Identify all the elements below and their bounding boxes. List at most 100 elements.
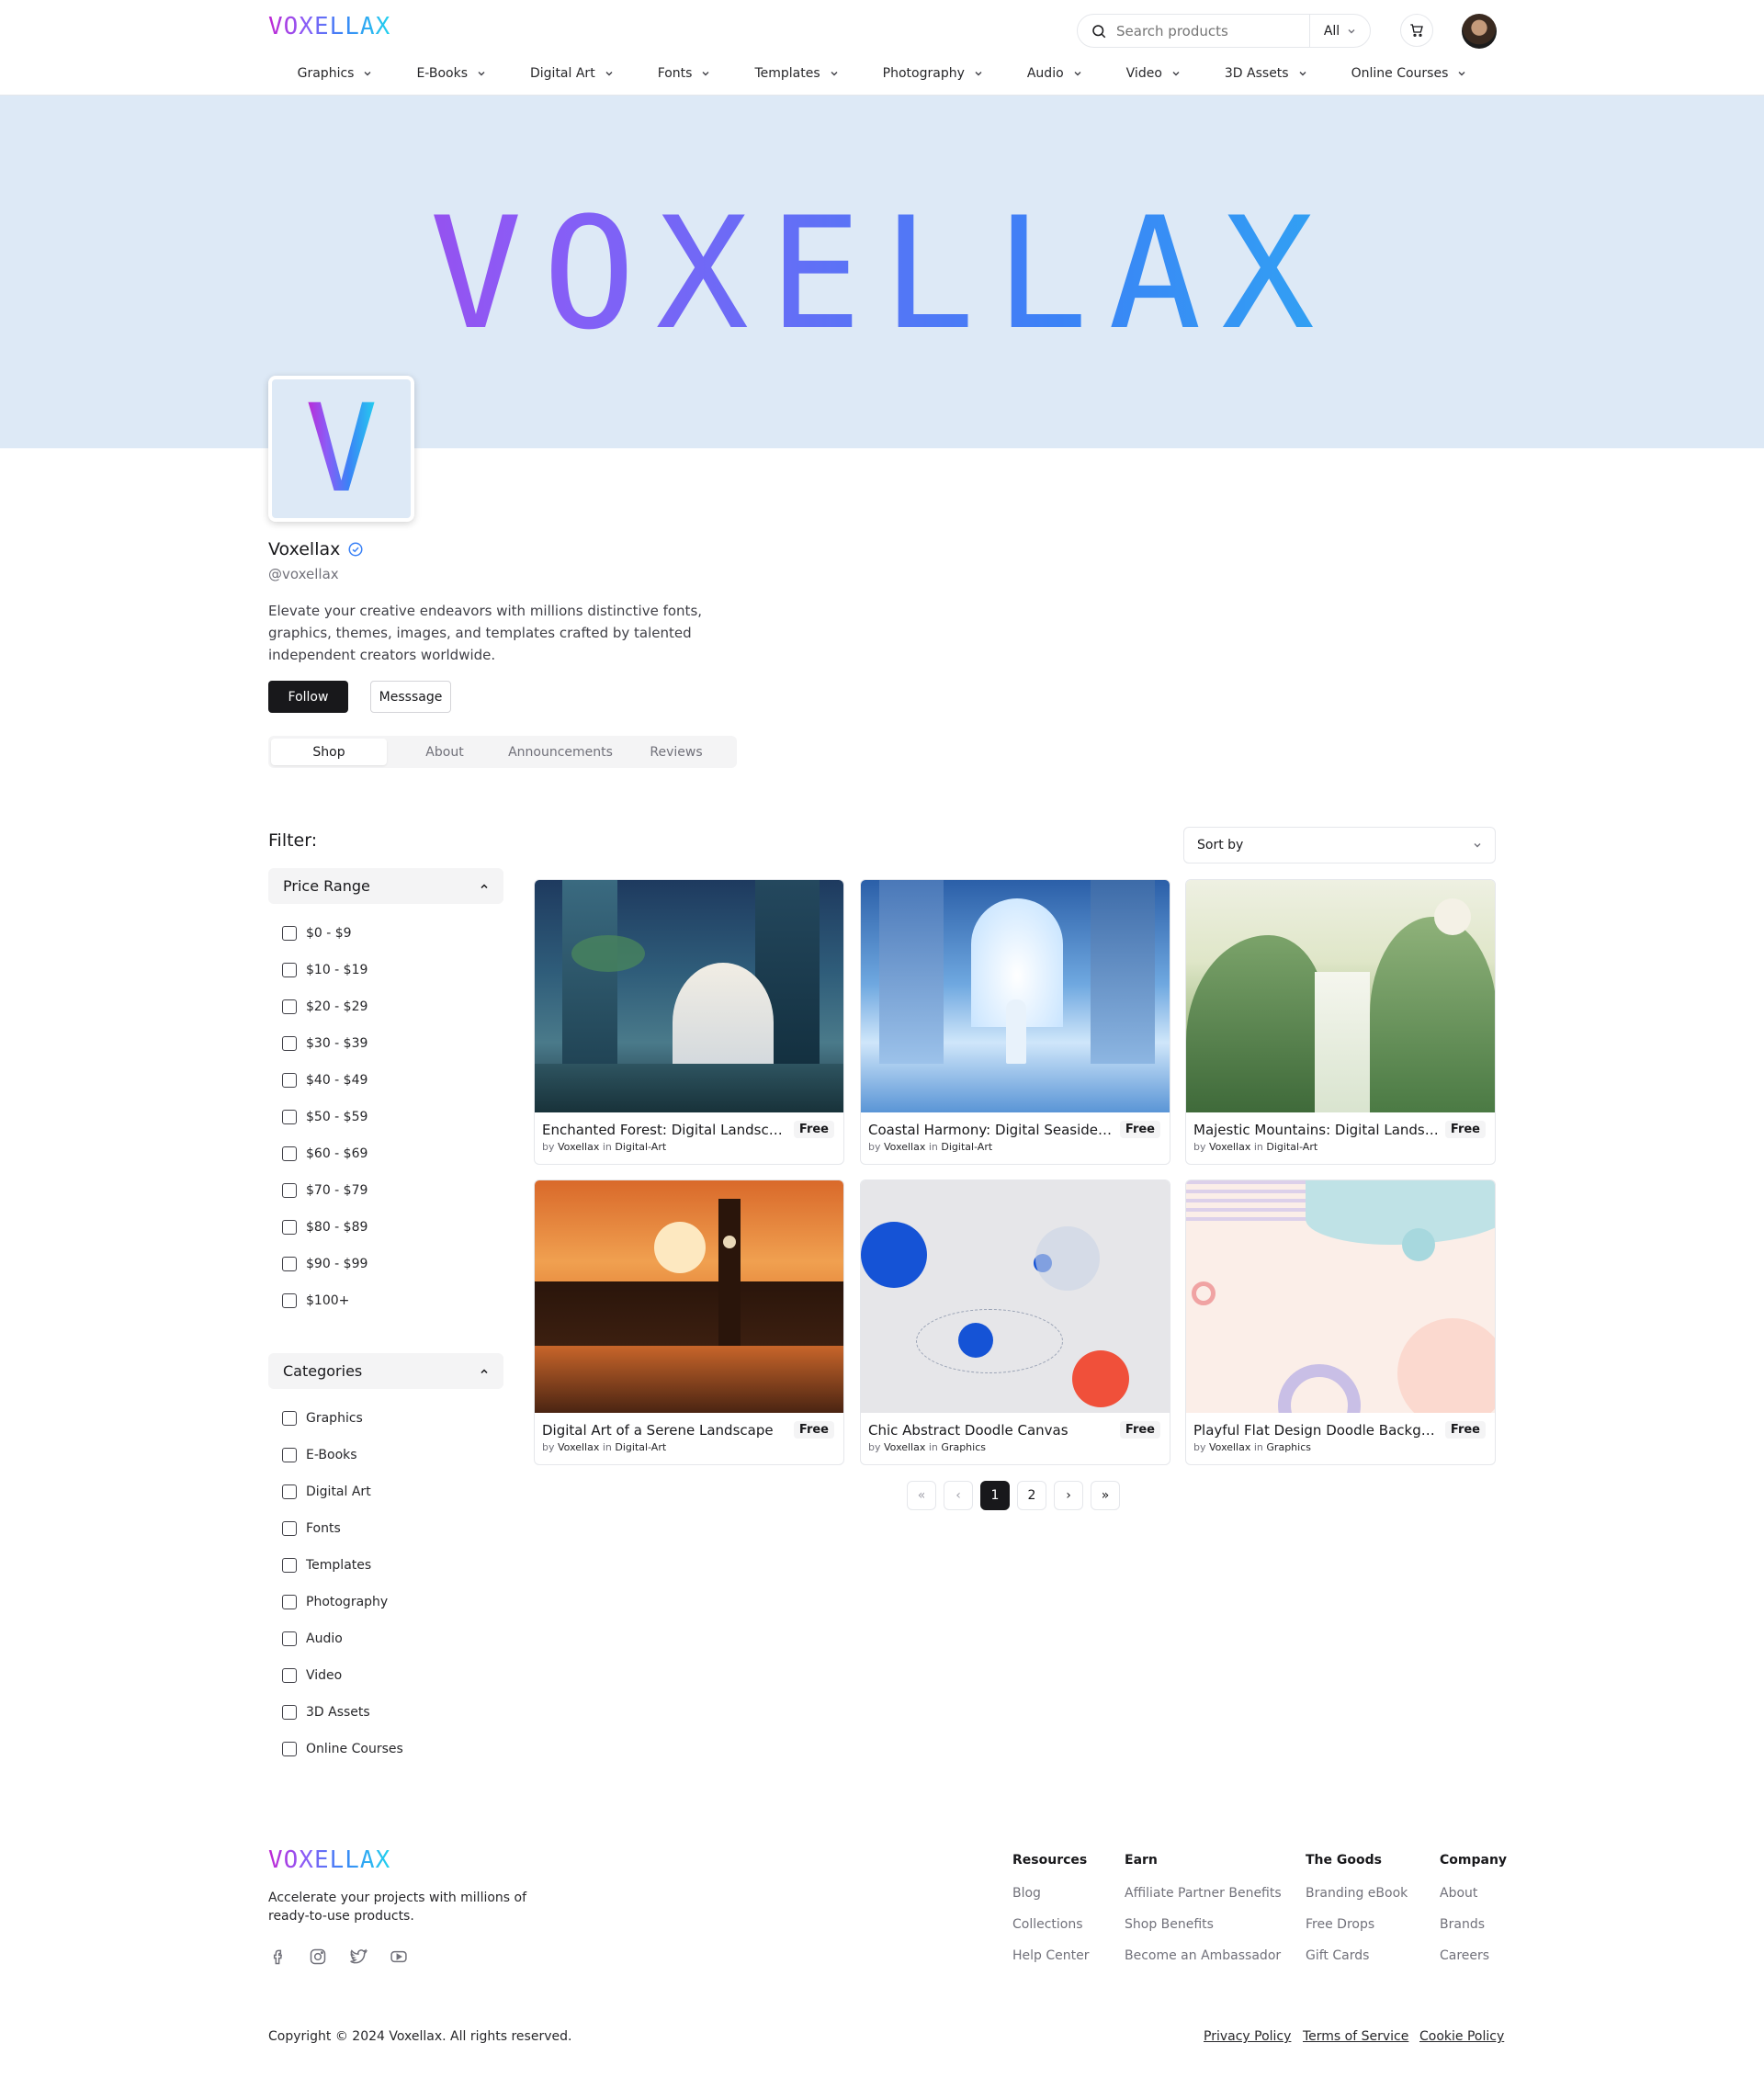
price-option-20-29[interactable]: $20 - $29 — [282, 988, 368, 1025]
product-category-link[interactable]: Digital-Art — [941, 1141, 992, 1153]
price-range-accordion[interactable]: Price Range — [268, 868, 503, 904]
footer-link-branding-ebook[interactable]: Branding eBook — [1306, 1886, 1408, 1901]
product-title[interactable]: Majestic Mountains: Digital Landscape Ar… — [1193, 1122, 1440, 1138]
nav-item-graphics[interactable]: Graphics — [276, 66, 395, 81]
category-option-photography[interactable]: Photography — [282, 1584, 403, 1620]
price-option-100[interactable]: $100+ — [282, 1282, 368, 1319]
page-button-2[interactable]: 2 — [1017, 1481, 1046, 1510]
checkbox[interactable] — [282, 1668, 297, 1683]
checkbox[interactable] — [282, 1220, 297, 1235]
category-option-graphics[interactable]: Graphics — [282, 1400, 403, 1437]
instagram-icon[interactable] — [309, 1947, 329, 1968]
checkbox[interactable] — [282, 1705, 297, 1720]
last-page-button[interactable]: » — [1091, 1481, 1120, 1510]
first-page-button[interactable]: « — [907, 1481, 936, 1510]
categories-accordion[interactable]: Categories — [268, 1353, 503, 1389]
price-option-30-39[interactable]: $30 - $39 — [282, 1025, 368, 1062]
nav-item-fonts[interactable]: Fonts — [636, 66, 733, 81]
product-image[interactable] — [861, 1180, 1170, 1413]
product-card[interactable]: Enchanted Forest: Digital Landscape Art F… — [534, 879, 844, 1165]
facebook-icon[interactable] — [268, 1947, 288, 1968]
checkbox[interactable] — [282, 1411, 297, 1426]
search-scope-select[interactable]: All — [1309, 15, 1370, 47]
checkbox[interactable] — [282, 1257, 297, 1271]
tab-announcements[interactable]: Announcements — [503, 739, 618, 765]
price-option-70-79[interactable]: $70 - $79 — [282, 1172, 368, 1209]
product-author-link[interactable]: Voxellax — [1209, 1441, 1250, 1453]
category-option-online-courses[interactable]: Online Courses — [282, 1731, 403, 1767]
product-author-link[interactable]: Voxellax — [1209, 1141, 1250, 1153]
product-image[interactable] — [1186, 1180, 1495, 1413]
checkbox[interactable] — [282, 1448, 297, 1462]
product-title[interactable]: Digital Art of a Serene Landscape — [542, 1422, 788, 1439]
footer-link-collections[interactable]: Collections — [1012, 1917, 1090, 1932]
footer-link-careers[interactable]: Careers — [1440, 1948, 1507, 1963]
product-image[interactable] — [535, 1180, 843, 1413]
category-option-digital-art[interactable]: Digital Art — [282, 1473, 403, 1510]
product-card[interactable]: Coastal Harmony: Digital Seaside Scenery… — [860, 879, 1170, 1165]
product-title[interactable]: Enchanted Forest: Digital Landscape Art — [542, 1122, 788, 1138]
message-button[interactable]: Messsage — [370, 681, 451, 713]
next-page-button[interactable]: › — [1054, 1481, 1083, 1510]
price-option-40-49[interactable]: $40 - $49 — [282, 1062, 368, 1099]
checkbox[interactable] — [282, 1110, 297, 1124]
product-card[interactable]: Majestic Mountains: Digital Landscape Ar… — [1185, 879, 1496, 1165]
tab-reviews[interactable]: Reviews — [618, 739, 734, 765]
terms-of-service-link[interactable]: Terms of Service — [1303, 2029, 1408, 2044]
nav-item-templates[interactable]: Templates — [732, 66, 860, 81]
product-card[interactable]: Digital Art of a Serene Landscape Free by … — [534, 1180, 844, 1465]
checkbox[interactable] — [282, 1036, 297, 1051]
nav-item-e-books[interactable]: E-Books — [394, 66, 508, 81]
product-author-link[interactable]: Voxellax — [884, 1441, 925, 1453]
checkbox[interactable] — [282, 1293, 297, 1308]
product-author-link[interactable]: Voxellax — [558, 1441, 599, 1453]
nav-item-online-courses[interactable]: Online Courses — [1329, 66, 1489, 81]
footer-link-affiliate-partner-benefits[interactable]: Affiliate Partner Benefits — [1125, 1886, 1282, 1901]
follow-button[interactable]: Follow — [268, 681, 348, 713]
footer-link-gift-cards[interactable]: Gift Cards — [1306, 1948, 1408, 1963]
tab-about[interactable]: About — [387, 739, 503, 765]
product-category-link[interactable]: Digital-Art — [615, 1441, 666, 1453]
footer-logo[interactable]: VOXELLAX — [268, 1846, 390, 1874]
product-card[interactable]: Chic Abstract Doodle Canvas Free by Voxell… — [860, 1180, 1170, 1465]
checkbox[interactable] — [282, 1742, 297, 1756]
sort-select[interactable]: Sort by — [1183, 827, 1496, 864]
checkbox[interactable] — [282, 1073, 297, 1088]
product-image[interactable] — [535, 880, 843, 1112]
tab-shop[interactable]: Shop — [271, 739, 387, 765]
cart-button[interactable] — [1400, 14, 1433, 47]
checkbox[interactable] — [282, 1183, 297, 1198]
site-logo[interactable]: VOXELLAX — [268, 13, 390, 40]
product-image[interactable] — [861, 880, 1170, 1112]
category-option-e-books[interactable]: E-Books — [282, 1437, 403, 1473]
product-category-link[interactable]: Digital-Art — [615, 1141, 666, 1153]
footer-link-about[interactable]: About — [1440, 1886, 1507, 1901]
nav-item-photography[interactable]: Photography — [861, 66, 1005, 81]
prev-page-button[interactable]: ‹ — [944, 1481, 973, 1510]
product-image[interactable] — [1186, 880, 1495, 1112]
category-option-video[interactable]: Video — [282, 1657, 403, 1694]
footer-link-shop-benefits[interactable]: Shop Benefits — [1125, 1917, 1282, 1932]
checkbox[interactable] — [282, 1558, 297, 1573]
product-category-link[interactable]: Graphics — [941, 1441, 986, 1453]
product-author-link[interactable]: Voxellax — [884, 1141, 925, 1153]
product-title[interactable]: Coastal Harmony: Digital Seaside Scenery — [868, 1122, 1114, 1138]
footer-link-brands[interactable]: Brands — [1440, 1917, 1507, 1932]
checkbox[interactable] — [282, 963, 297, 977]
product-title[interactable]: Chic Abstract Doodle Canvas — [868, 1422, 1114, 1439]
product-card[interactable]: Playful Flat Design Doodle Background Fre… — [1185, 1180, 1496, 1465]
nav-item-digital-art[interactable]: Digital Art — [508, 66, 636, 81]
price-option-0-9[interactable]: $0 - $9 — [282, 915, 368, 952]
price-option-80-89[interactable]: $80 - $89 — [282, 1209, 368, 1246]
footer-link-blog[interactable]: Blog — [1012, 1886, 1090, 1901]
checkbox[interactable] — [282, 1484, 297, 1499]
checkbox[interactable] — [282, 999, 297, 1014]
category-option-3d-assets[interactable]: 3D Assets — [282, 1694, 403, 1731]
privacy-policy-link[interactable]: Privacy Policy — [1204, 2029, 1291, 2044]
footer-link-help-center[interactable]: Help Center — [1012, 1948, 1090, 1963]
search-input[interactable] — [1116, 22, 1300, 40]
twitter-icon[interactable] — [349, 1947, 369, 1968]
product-title[interactable]: Playful Flat Design Doodle Background — [1193, 1422, 1440, 1439]
nav-item-audio[interactable]: Audio — [1005, 66, 1104, 81]
product-category-link[interactable]: Graphics — [1266, 1441, 1311, 1453]
